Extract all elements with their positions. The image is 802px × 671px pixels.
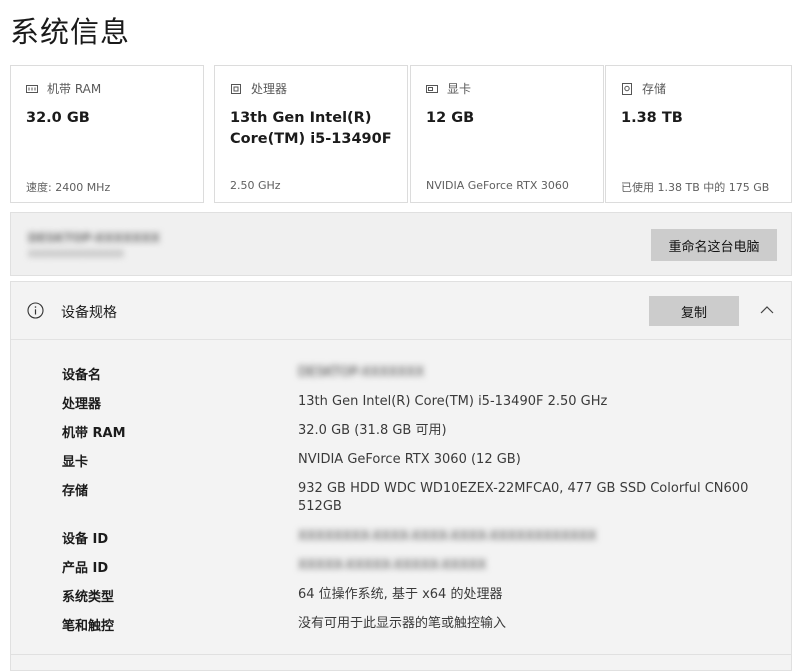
device-specs-panel: 设备规格 复制 设备名 DESKTOP-XXXXXXX 处理器 13th Gen…: [10, 281, 792, 671]
card-sub: 已使用 1.38 TB 中的 175 GB: [621, 181, 770, 194]
spec-key: 系统类型: [62, 590, 115, 605]
card-label: 处理器: [251, 82, 288, 96]
spec-key: 产品 ID: [62, 561, 109, 576]
card-sub: 速度: 2400 MHz: [26, 181, 111, 194]
card-value: 32.0 GB: [26, 110, 90, 126]
spec-key: 存储: [62, 484, 89, 499]
card-label: 显卡: [447, 82, 472, 96]
spec-key: 笔和触控: [62, 619, 115, 634]
specs-header[interactable]: 设备规格 复制: [11, 282, 791, 340]
device-name-bar: DESKTOP-XXXXXXX XXXXXXXXXXXXXX 重命名这台电脑: [10, 212, 792, 276]
card-value: 13th Gen Intel(R) Core(TM) i5-13490F: [230, 110, 392, 147]
spec-key: 显卡: [62, 455, 89, 470]
divider: [11, 654, 791, 655]
spec-key: 设备名: [62, 368, 102, 383]
spec-value: XXXXXXXX-XXXX-XXXX-XXXX-XXXXXXXXXXXX: [298, 529, 597, 544]
cpu-icon: [231, 83, 241, 94]
card-sub: NVIDIA GeForce RTX 3060: [426, 179, 569, 192]
spec-value: XXXXX-XXXXX-XXXXX-XXXXX: [298, 558, 487, 573]
card-value: 1.38 TB: [621, 110, 683, 126]
card-sub: 2.50 GHz: [230, 179, 281, 192]
spec-value: 932 GB HDD WDC WD10EZEX-22MFCA0, 477 GB …: [298, 481, 749, 514]
spec-key: 处理器: [62, 397, 102, 412]
card-label: 机带 RAM: [47, 82, 102, 96]
card-gpu: 显卡 12 GB NVIDIA GeForce RTX 3060: [410, 65, 604, 203]
info-icon: [27, 302, 44, 319]
spec-key: 机带 RAM: [62, 426, 126, 441]
card-cpu: 处理器 13th Gen Intel(R) Core(TM) i5-13490F…: [214, 65, 408, 203]
card-storage: 存储 1.38 TB 已使用 1.38 TB 中的 175 GB: [605, 65, 792, 203]
card-value: 12 GB: [426, 110, 475, 126]
copy-button[interactable]: 复制: [649, 296, 739, 326]
spec-value: 13th Gen Intel(R) Core(TM) i5-13490F 2.5…: [298, 394, 608, 409]
storage-icon: [622, 82, 632, 95]
specs-title: 设备规格: [61, 305, 117, 321]
gpu-icon: [426, 84, 438, 93]
spec-value: 没有可用于此显示器的笔或触控输入: [298, 616, 507, 631]
spec-value: 32.0 GB (31.8 GB 可用): [298, 423, 447, 438]
spec-key: 设备 ID: [62, 532, 109, 547]
device-name: DESKTOP-XXXXXXX: [28, 231, 160, 245]
card-ram: 机带 RAM 32.0 GB 速度: 2400 MHz: [10, 65, 204, 203]
device-model: XXXXXXXXXXXXXX: [28, 249, 124, 260]
spec-value: 64 位操作系统, 基于 x64 的处理器: [298, 587, 503, 602]
rename-pc-button[interactable]: 重命名这台电脑: [651, 229, 777, 261]
page-title: 系统信息: [10, 15, 131, 49]
card-label: 存储: [642, 82, 667, 96]
spec-value: NVIDIA GeForce RTX 3060 (12 GB): [298, 452, 521, 467]
summary-cards: 机带 RAM 32.0 GB 速度: 2400 MHz 处理器 13th Gen…: [10, 65, 792, 205]
chevron-up-icon[interactable]: [760, 303, 774, 317]
spec-value: DESKTOP-XXXXXXX: [298, 365, 425, 380]
ram-icon: [26, 84, 38, 93]
